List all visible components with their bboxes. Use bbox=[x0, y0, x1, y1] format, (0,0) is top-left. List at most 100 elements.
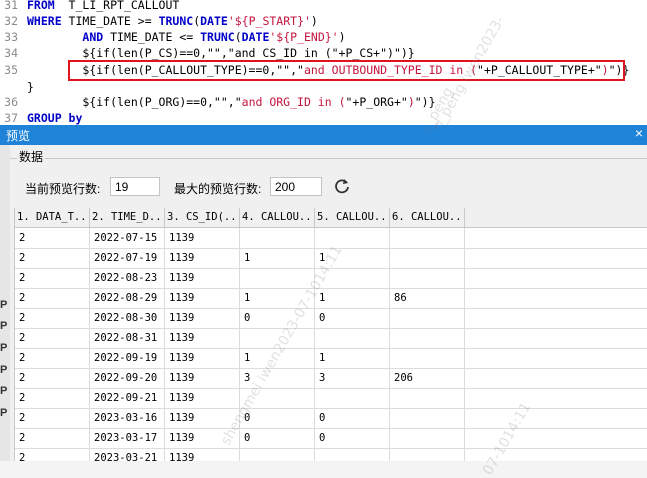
code-token: TRUNC bbox=[200, 30, 235, 44]
table-cell: 2 bbox=[15, 228, 90, 248]
line-number: 36 bbox=[4, 95, 18, 109]
table-cell bbox=[240, 328, 315, 348]
table-row[interactable]: 2 2022-08-29 1139 1 1 86 bbox=[15, 288, 647, 309]
refresh-icon[interactable] bbox=[333, 177, 351, 195]
code-token: TIME_DATE <= bbox=[103, 30, 201, 44]
table-cell: 0 bbox=[315, 428, 390, 448]
table-cell: 0 bbox=[240, 428, 315, 448]
table-row[interactable]: 2 2023-03-21 1139 bbox=[15, 448, 647, 461]
code-token: AND bbox=[82, 30, 104, 44]
code-line[interactable]: 32 WHERE TIME_DATE >= TRUNC(DATE'${P_STAR… bbox=[0, 13, 647, 30]
column-header[interactable]: 6. CALLOU... bbox=[390, 208, 465, 227]
table-cell bbox=[240, 448, 315, 461]
table-row[interactable]: 2 2023-03-17 1139 0 0 bbox=[15, 428, 647, 449]
table-cell: 206 bbox=[390, 368, 465, 388]
table-row[interactable]: 2 2022-07-19 1139 1 1 bbox=[15, 248, 647, 269]
current-rows-input[interactable] bbox=[110, 177, 160, 196]
table-cell: 1 bbox=[315, 248, 390, 268]
table-cell: 2023-03-21 bbox=[90, 448, 165, 461]
background-text: P bbox=[0, 342, 8, 354]
table-row[interactable]: 2 2022-08-23 1139 bbox=[15, 268, 647, 289]
code-line[interactable]: 31 FROM T_LI_RPT_CALLOUT bbox=[0, 0, 647, 14]
code-line[interactable]: 33 AND TIME_DATE <= TRUNC(DATE'${P_END}'… bbox=[0, 29, 647, 46]
code-text: FROM T_LI_RPT_CALLOUT bbox=[27, 0, 179, 14]
table-cell: 1139 bbox=[165, 248, 240, 268]
code-token: } bbox=[27, 80, 34, 94]
code-text: AND TIME_DATE <= TRUNC(DATE'${P_END}') bbox=[27, 29, 345, 46]
table-cell bbox=[390, 248, 465, 268]
background-text: P bbox=[0, 364, 8, 376]
table-cell: 2 bbox=[15, 428, 90, 448]
column-header[interactable]: 4. CALLOU... bbox=[240, 208, 315, 227]
table-cell bbox=[390, 328, 465, 348]
column-header[interactable]: 2. TIME_D... bbox=[90, 208, 165, 227]
table-cell: 1139 bbox=[165, 368, 240, 388]
code-text: ${if(len(P_ORG)==0,"","and ORG_ID in ("+… bbox=[27, 94, 435, 111]
table-cell: 2 bbox=[15, 408, 90, 428]
code-token: WHERE bbox=[27, 14, 62, 28]
background-text: P bbox=[0, 299, 8, 311]
column-header[interactable]: 5. CALLOU... bbox=[315, 208, 390, 227]
code-token: GROUP by bbox=[27, 111, 83, 125]
table-cell: 2023-03-17 bbox=[90, 428, 165, 448]
table-cell bbox=[390, 388, 465, 408]
table-cell: 2022-08-23 bbox=[90, 268, 165, 288]
column-header[interactable]: 1. DATA_T... bbox=[15, 208, 90, 227]
table-row[interactable]: 2 2022-07-15 1139 bbox=[15, 228, 647, 249]
table-cell bbox=[315, 448, 390, 461]
table-row[interactable]: 2 2023-03-16 1139 0 0 bbox=[15, 408, 647, 429]
table-row[interactable]: 2 2022-08-30 1139 0 0 bbox=[15, 308, 647, 329]
table-cell bbox=[390, 228, 465, 248]
table-cell: 1139 bbox=[165, 308, 240, 328]
preview-table[interactable]: 1. DATA_T... 2. TIME_D... 3. CS_ID(... 4. C… bbox=[14, 208, 647, 461]
table-cell bbox=[465, 428, 647, 448]
table-cell: 1139 bbox=[165, 348, 240, 368]
code-token: TRUNC bbox=[158, 14, 194, 28]
table-cell bbox=[390, 308, 465, 328]
table-cell: 1139 bbox=[165, 328, 240, 348]
table-cell bbox=[465, 328, 647, 348]
table-row[interactable]: 2 2022-09-21 1139 bbox=[15, 388, 647, 409]
table-cell: 2 bbox=[15, 288, 90, 308]
table-cell bbox=[315, 328, 390, 348]
table-cell: 1139 bbox=[165, 288, 240, 308]
table-cell: 1139 bbox=[165, 388, 240, 408]
code-token: TIME_DATE >= bbox=[61, 14, 159, 28]
table-cell: 1 bbox=[315, 348, 390, 368]
highlight-box bbox=[68, 60, 625, 81]
table-cell: 86 bbox=[390, 288, 465, 308]
table-cell: 2022-07-19 bbox=[90, 248, 165, 268]
table-cell bbox=[465, 268, 647, 288]
table-cell: 1 bbox=[315, 288, 390, 308]
window-title: 预览 bbox=[6, 129, 31, 143]
table-cell: 3 bbox=[240, 368, 315, 388]
table-cell: 1139 bbox=[165, 428, 240, 448]
code-token: '${P_START}' bbox=[227, 14, 311, 28]
table-cell: 1 bbox=[240, 348, 315, 368]
line-number: 32 bbox=[4, 14, 18, 28]
code-line[interactable]: 37 GROUP by bbox=[0, 110, 647, 125]
table-row[interactable]: 2 2022-09-20 1139 3 3 206 bbox=[15, 368, 647, 389]
column-header[interactable]: 3. CS_ID(... bbox=[165, 208, 240, 227]
code-token: ${if(len(P_ORG)==0,""," bbox=[27, 95, 242, 109]
table-cell bbox=[315, 228, 390, 248]
table-cell bbox=[390, 348, 465, 368]
code-text: GROUP by bbox=[27, 110, 82, 125]
table-cell: 2022-09-19 bbox=[90, 348, 165, 368]
code-token: FROM bbox=[27, 0, 55, 12]
close-icon[interactable]: × bbox=[635, 125, 643, 141]
table-cell bbox=[465, 408, 647, 428]
column-header[interactable] bbox=[465, 208, 647, 227]
table-row[interactable]: 2 2022-08-31 1139 bbox=[15, 328, 647, 349]
table-cell: 2022-08-31 bbox=[90, 328, 165, 348]
table-cell bbox=[465, 228, 647, 248]
table-cell bbox=[465, 368, 647, 388]
max-rows-input[interactable] bbox=[270, 177, 322, 196]
code-line[interactable]: 36 ${if(len(P_ORG)==0,"","and ORG_ID in … bbox=[0, 94, 647, 111]
table-cell bbox=[465, 308, 647, 328]
table-row[interactable]: 2 2022-09-19 1139 1 1 bbox=[15, 348, 647, 369]
code-token: T_LI_RPT_CALLOUT bbox=[54, 0, 180, 12]
table-cell: 2022-09-21 bbox=[90, 388, 165, 408]
code-token: ) bbox=[407, 95, 415, 109]
